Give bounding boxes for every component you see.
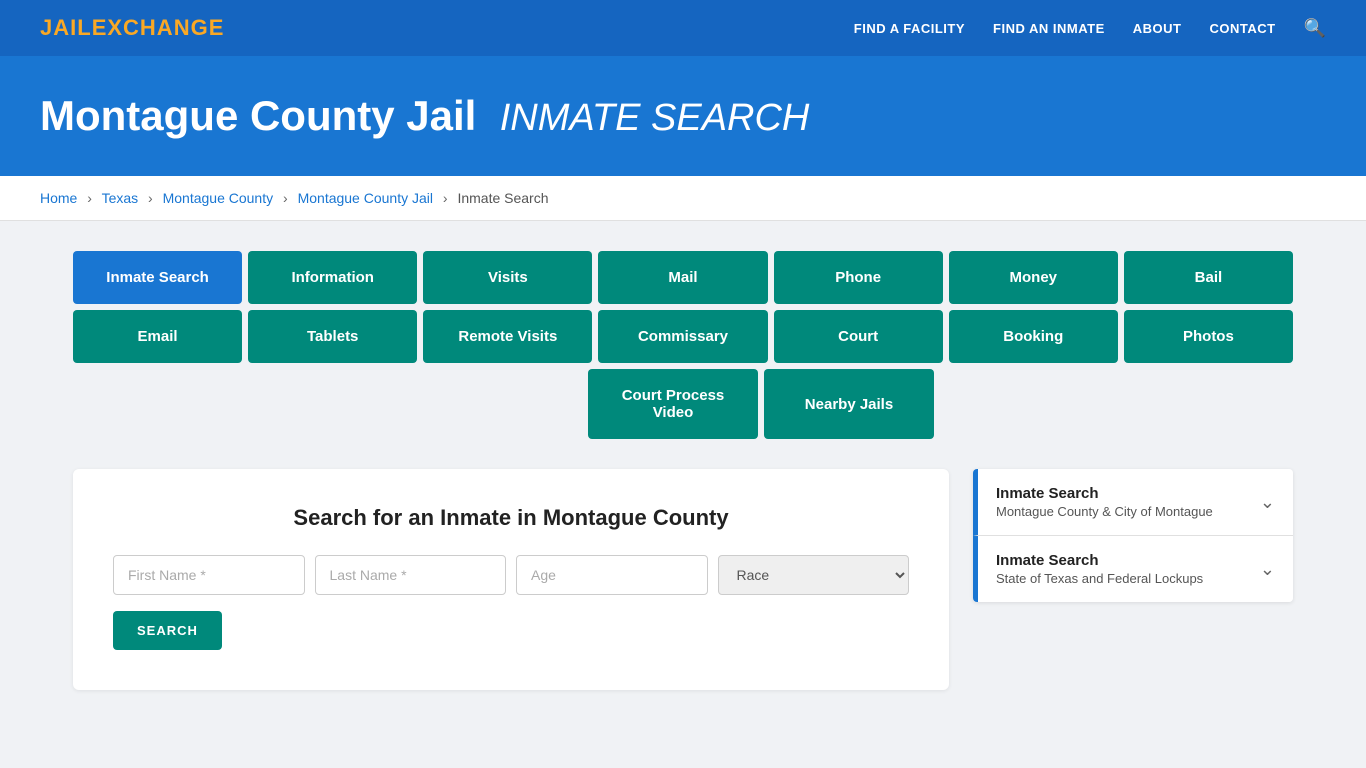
button-row-3: Court Process Video Nearby Jails — [229, 369, 1293, 439]
nav-search-icon[interactable]: 🔍 — [1304, 18, 1326, 39]
search-form-box: Search for an Inmate in Montague County … — [73, 469, 949, 690]
button-row-1: Inmate Search Information Visits Mail Ph… — [73, 251, 1293, 304]
content-area: Search for an Inmate in Montague County … — [73, 469, 1293, 690]
race-select[interactable]: Race White Black Hispanic Asian Other — [718, 555, 910, 595]
breadcrumb: Home › Texas › Montague County › Montagu… — [0, 176, 1366, 221]
category-button-grid: Inmate Search Information Visits Mail Ph… — [73, 251, 1293, 439]
hero-title-em: INMATE SEARCH — [500, 97, 810, 139]
hero-title-main: Montague County Jail — [40, 92, 476, 139]
btn-court[interactable]: Court — [774, 310, 943, 363]
btn-remote-visits[interactable]: Remote Visits — [423, 310, 592, 363]
btn-court-process-video[interactable]: Court Process Video — [588, 369, 758, 439]
sidebar-item-texas[interactable]: Inmate Search State of Texas and Federal… — [973, 536, 1293, 602]
main-nav: JAILEXCHANGE FIND A FACILITY FIND AN INM… — [0, 0, 1366, 56]
btn-money[interactable]: Money — [949, 251, 1118, 304]
btn-nearby-jails[interactable]: Nearby Jails — [764, 369, 934, 439]
logo-highlight: EXCHANGE — [92, 15, 225, 40]
btn-phone[interactable]: Phone — [774, 251, 943, 304]
nav-find-inmate[interactable]: FIND AN INMATE — [993, 21, 1105, 36]
sidebar-item-montague-title: Inmate Search — [996, 485, 1213, 502]
age-input[interactable] — [516, 555, 708, 595]
nav-contact[interactable]: CONTACT — [1209, 21, 1275, 36]
nav-links: FIND A FACILITY FIND AN INMATE ABOUT CON… — [854, 18, 1326, 39]
sidebar-item-montague-sub: Montague County & City of Montague — [996, 504, 1213, 519]
breadcrumb-montague-county[interactable]: Montague County — [163, 190, 274, 206]
sidebar-item-texas-sub: State of Texas and Federal Lockups — [996, 571, 1203, 586]
breadcrumb-texas[interactable]: Texas — [102, 190, 139, 206]
btn-booking[interactable]: Booking — [949, 310, 1118, 363]
btn-commissary[interactable]: Commissary — [598, 310, 767, 363]
nav-find-facility[interactable]: FIND A FACILITY — [854, 21, 965, 36]
btn-information[interactable]: Information — [248, 251, 417, 304]
chevron-down-icon: ⌄ — [1260, 492, 1275, 513]
breadcrumb-montague-jail[interactable]: Montague County Jail — [298, 190, 433, 206]
nav-about[interactable]: ABOUT — [1133, 21, 1182, 36]
sidebar: Inmate Search Montague County & City of … — [973, 469, 1293, 602]
last-name-input[interactable] — [315, 555, 507, 595]
btn-email[interactable]: Email — [73, 310, 242, 363]
site-logo: JAILEXCHANGE — [40, 15, 224, 41]
page-title: Montague County Jail INMATE SEARCH — [40, 92, 1326, 140]
btn-mail[interactable]: Mail — [598, 251, 767, 304]
btn-visits[interactable]: Visits — [423, 251, 592, 304]
btn-inmate-search[interactable]: Inmate Search — [73, 251, 242, 304]
btn-photos[interactable]: Photos — [1124, 310, 1293, 363]
first-name-input[interactable] — [113, 555, 305, 595]
search-form-title: Search for an Inmate in Montague County — [113, 505, 909, 531]
btn-tablets[interactable]: Tablets — [248, 310, 417, 363]
main-content: Inmate Search Information Visits Mail Ph… — [33, 221, 1333, 720]
breadcrumb-sep-4: › — [443, 190, 448, 206]
breadcrumb-home[interactable]: Home — [40, 190, 77, 206]
btn-bail[interactable]: Bail — [1124, 251, 1293, 304]
search-fields: Race White Black Hispanic Asian Other — [113, 555, 909, 595]
breadcrumb-sep-2: › — [148, 190, 153, 206]
breadcrumb-sep-3: › — [283, 190, 288, 206]
breadcrumb-sep-1: › — [87, 190, 92, 206]
hero-section: Montague County Jail INMATE SEARCH — [0, 56, 1366, 176]
button-row-2: Email Tablets Remote Visits Commissary C… — [73, 310, 1293, 363]
breadcrumb-current: Inmate Search — [457, 190, 548, 206]
sidebar-item-montague[interactable]: Inmate Search Montague County & City of … — [973, 469, 1293, 536]
chevron-down-icon-2: ⌄ — [1260, 559, 1275, 580]
search-button[interactable]: SEARCH — [113, 611, 222, 650]
logo-part1: JAIL — [40, 15, 92, 40]
sidebar-item-texas-title: Inmate Search — [996, 552, 1203, 569]
